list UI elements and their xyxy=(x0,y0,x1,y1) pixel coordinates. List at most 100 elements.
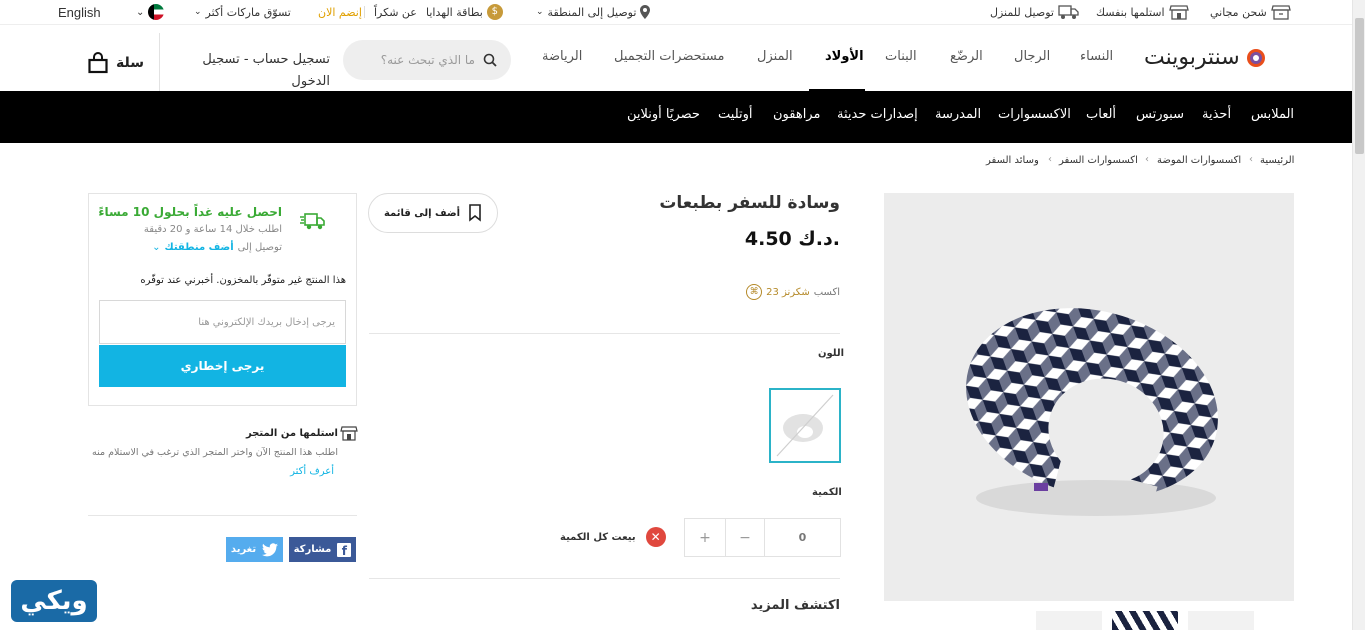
earn-prefix: اكسب xyxy=(813,286,840,298)
cat-toys[interactable]: ألعاب xyxy=(1086,107,1116,122)
deliver-to-label: توصيل إلى المنطقة xyxy=(547,5,637,19)
facebook-share-button[interactable]: مشاركة f xyxy=(289,537,356,562)
join-now-link[interactable]: إنضم الان xyxy=(318,2,362,22)
nav-home[interactable]: المنزل xyxy=(757,49,793,64)
cat-online-exclusive[interactable]: حصريًا أونلاين xyxy=(627,107,700,122)
breadcrumb-fashion-accessories[interactable]: اكسسوارات الموضة xyxy=(1157,155,1241,166)
nav-babies[interactable]: الرضّع xyxy=(950,49,983,64)
thumbnail-1[interactable] xyxy=(1036,611,1102,630)
deliver-to-label: توصيل إلى xyxy=(237,242,282,253)
thumbnail-2[interactable] xyxy=(1112,611,1178,630)
search-input[interactable] xyxy=(351,50,475,70)
language-switch[interactable]: English xyxy=(58,2,101,22)
nav-sports[interactable]: الرياضة xyxy=(542,49,582,64)
earn-points: ⌘ 23 شكرنز اكسب xyxy=(746,284,840,300)
kuwait-flag-icon xyxy=(148,4,165,20)
truck-icon xyxy=(1058,5,1079,19)
country-selector[interactable]: ⌄ xyxy=(136,2,165,22)
login-line-1: تسجيل حساب - تسجيل xyxy=(202,52,330,67)
color-swatch-selected[interactable] xyxy=(769,388,841,463)
email-input[interactable] xyxy=(100,301,345,343)
nav-girls[interactable]: البنات xyxy=(885,49,917,64)
logo-text: سنتربوينت xyxy=(1144,45,1240,70)
notify-me-button[interactable]: يرجى إخطاري xyxy=(99,345,346,387)
divider xyxy=(364,6,365,18)
coin-icon: $ xyxy=(486,4,503,20)
sold-out-label: بيعت كل الكمية xyxy=(560,531,636,543)
cat-sports[interactable]: سبورتس xyxy=(1136,107,1184,122)
login-register-link[interactable]: تسجيل حساب - تسجيل الدخول xyxy=(170,49,330,93)
location-pin-icon xyxy=(640,5,651,19)
search-box xyxy=(343,40,511,80)
nav-men[interactable]: الرجال xyxy=(1014,49,1050,64)
product-image[interactable] xyxy=(884,193,1294,601)
deliver-to-area[interactable]: ⌄ توصيل إلى المنطقة xyxy=(536,2,651,22)
chevron-down-icon: ⌄ xyxy=(536,7,544,17)
quantity-value[interactable]: 0 xyxy=(764,519,840,556)
logo[interactable]: سنتربوينت xyxy=(1144,45,1266,70)
wiki-watermark-logo: ويكي xyxy=(11,580,97,622)
free-shipping-label: شحن مجاني xyxy=(1210,5,1267,19)
free-shipping-link[interactable]: شحن مجاني xyxy=(1210,2,1291,22)
cat-clothing[interactable]: الملابس xyxy=(1251,107,1294,122)
click-collect-link[interactable]: استلمها بنفسك xyxy=(1096,2,1189,22)
shukran-icon: ⌘ xyxy=(746,284,763,300)
cat-accessories[interactable]: الاكسسوارات xyxy=(998,107,1071,122)
logo-mark-icon xyxy=(1246,48,1265,67)
quantity-label: الكمية xyxy=(812,487,842,498)
thank-you-link[interactable]: عن شكراً xyxy=(374,2,417,22)
utility-bar: English ⌄ ⌄ تسوّق ماركات أكثر إنضم الان … xyxy=(0,0,1352,24)
home-delivery-link[interactable]: توصيل للمنزل xyxy=(990,2,1080,22)
store-pickup-title: استلمها من المتجر xyxy=(245,428,338,439)
search-icon[interactable] xyxy=(483,53,497,67)
cat-shoes[interactable]: أحذية xyxy=(1202,107,1231,122)
email-field xyxy=(99,300,346,344)
add-area-link[interactable]: أضف منطقتك xyxy=(165,242,234,253)
chevron-down-icon: ⌄ xyxy=(152,242,161,253)
twitter-share-label: تغريد xyxy=(230,544,257,555)
login-line-2: الدخول xyxy=(291,74,330,89)
scrollbar-thumb[interactable] xyxy=(1355,18,1364,154)
click-collect-label: استلمها بنفسك xyxy=(1096,5,1165,19)
shop-brands-label: تسوّق ماركات أكثر xyxy=(205,5,291,19)
thank-you-label: عن شكراً xyxy=(374,5,417,19)
nav-women[interactable]: النساء xyxy=(1080,49,1113,64)
divider xyxy=(369,333,840,334)
join-now-label: إنضم الان xyxy=(318,5,362,19)
breadcrumb-travel-accessories[interactable]: اكسسوارات السفر xyxy=(1059,155,1138,166)
close-circle-icon: ✕ xyxy=(645,527,666,547)
minus-button[interactable]: − xyxy=(725,519,764,556)
earn-points-value: 23 شكرنز xyxy=(766,286,810,298)
basket-button[interactable]: سلة xyxy=(88,52,144,74)
store-icon xyxy=(1168,5,1189,20)
nav-boys[interactable]: الأولاد xyxy=(825,49,864,64)
scrollbar[interactable] xyxy=(1352,0,1365,630)
add-to-wishlist-button[interactable]: أضف إلى قائمة xyxy=(368,193,498,233)
gift-card-link[interactable]: بطاقة الهدايا $ xyxy=(426,2,503,22)
shop-brands-link[interactable]: ⌄ تسوّق ماركات أكثر xyxy=(194,2,291,22)
breadcrumb-separator-icon: ‹ xyxy=(1048,154,1052,165)
store-pickup-description: اطلب هذا المنتج الآن واختر المتجر الذي ت… xyxy=(92,447,338,458)
wishlist-label: أضف إلى قائمة xyxy=(383,207,461,219)
plus-button[interactable]: + xyxy=(685,519,725,556)
twitter-share-button[interactable]: تغريد xyxy=(226,537,283,562)
divider xyxy=(88,515,357,516)
quantity-stepper: + − 0 xyxy=(684,518,841,557)
facebook-icon: f xyxy=(337,542,352,558)
cat-outlet[interactable]: أوتليت xyxy=(718,107,753,122)
thumbnail-3[interactable] xyxy=(1188,611,1254,630)
facebook-share-label: مشاركة xyxy=(293,544,332,555)
breadcrumb-home[interactable]: الرئيسية xyxy=(1260,155,1294,166)
neck-pillow-image xyxy=(884,193,1294,601)
cat-teens[interactable]: مراهقون xyxy=(773,107,820,122)
cat-school[interactable]: المدرسة xyxy=(935,107,981,122)
nav-beauty[interactable]: مستحضرات التجميل xyxy=(614,49,724,64)
divider xyxy=(369,578,840,579)
learn-more-link[interactable]: أعرف أكثر xyxy=(290,466,334,477)
cat-new-arrivals[interactable]: إصدارات حديثة xyxy=(837,107,918,122)
bookmark-icon xyxy=(469,204,481,222)
twitter-bird-icon xyxy=(262,542,279,556)
delivery-headline: احصل عليه غداً بحلول 10 مساءً xyxy=(98,205,282,219)
breadcrumb-current: وسائد السفر xyxy=(986,155,1039,166)
basket-label: سلة xyxy=(116,55,144,71)
